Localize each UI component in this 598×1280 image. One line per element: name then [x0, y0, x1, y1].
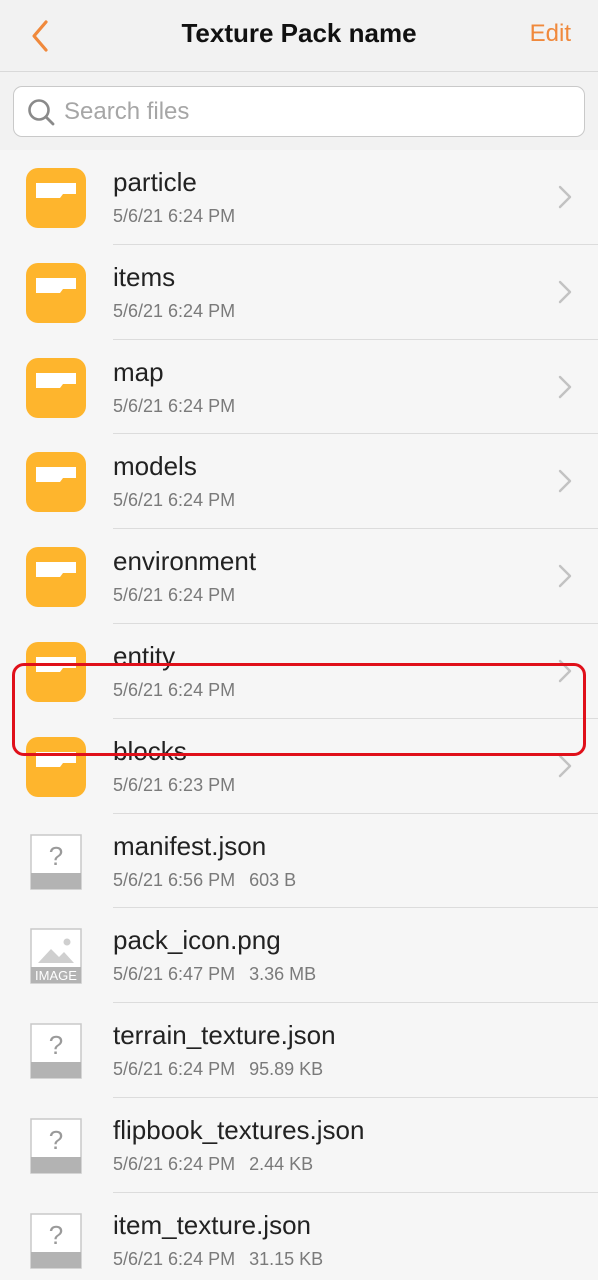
item-meta: 5/6/21 6:24 PM [113, 490, 235, 511]
chevron-right-icon [558, 753, 572, 779]
unknown-file-icon: ? [26, 1116, 86, 1176]
chevron-right-icon [558, 658, 572, 684]
image-file-icon: IMAGE [26, 926, 86, 986]
item-name: terrain_texture.json [113, 1020, 336, 1051]
item-name: entity [113, 640, 176, 671]
item-name: blocks [113, 735, 187, 766]
search-bar [0, 72, 598, 150]
item-name: item_texture.json [113, 1209, 311, 1240]
item-date: 5/6/21 6:24 PM [113, 490, 236, 511]
page-title: Texture Pack name [181, 18, 417, 48]
item-size: 31.15 KB [249, 1248, 324, 1269]
folder-row[interactable]: items 5/6/21 6:24 PM [0, 245, 598, 340]
item-size: 603 B [249, 869, 297, 890]
item-size: 3.36 MB [249, 964, 317, 985]
item-meta: 5/6/21 6:24 PM 2.44 KB [113, 1154, 313, 1175]
unknown-file-icon: ? [26, 1211, 86, 1271]
navigation-bar: Texture Pack name Edit [0, 0, 598, 72]
item-name: manifest.json [113, 830, 267, 861]
item-date: 5/6/21 6:24 PM [113, 1153, 236, 1174]
folder-row[interactable]: entity 5/6/21 6:24 PM [0, 624, 598, 719]
item-meta: 5/6/21 6:24 PM 95.89 KB [113, 1059, 323, 1080]
svg-text:?: ? [49, 1030, 63, 1060]
item-name: pack_icon.png [113, 925, 281, 956]
folder-icon [26, 262, 86, 323]
file-row[interactable]: ? item_texture.json 5/6/21 6:24 PM 31.15 KB [0, 1193, 598, 1280]
item-meta: 5/6/21 6:24 PM [113, 206, 235, 227]
folder-row[interactable]: particle 5/6/21 6:24 PM [0, 150, 598, 245]
item-name: environment [113, 546, 257, 577]
item-meta: 5/6/21 6:24 PM [113, 680, 235, 701]
chevron-right-icon [558, 374, 572, 400]
item-name: map [113, 356, 164, 387]
svg-text:?: ? [49, 1125, 63, 1155]
item-date: 5/6/21 6:24 PM [113, 206, 236, 226]
item-date: 5/6/21 6:23 PM [113, 774, 236, 795]
item-meta: 5/6/21 6:24 PM [113, 301, 235, 322]
item-name: models [113, 451, 197, 482]
file-row[interactable]: IMAGE pack_icon.png 5/6/21 6:47 PM 3.36 MB [0, 908, 598, 1004]
item-date: 5/6/21 6:47 PM [113, 964, 236, 985]
unknown-file-icon: ? [26, 1021, 86, 1081]
chevron-right-icon [558, 563, 572, 589]
chevron-left-icon [32, 20, 48, 52]
edit-button[interactable]: Edit [530, 20, 571, 48]
file-row[interactable]: ? terrain_texture.json 5/6/21 6:24 PM 95.89… [0, 1003, 598, 1098]
folder-row[interactable]: models 5/6/21 6:24 PM [0, 434, 598, 530]
item-meta: 5/6/21 6:47 PM 3.36 MB [113, 964, 316, 985]
item-date: 5/6/21 6:24 PM [113, 585, 236, 606]
folder-icon [26, 736, 86, 797]
item-date: 5/6/21 6:56 PM [113, 869, 236, 890]
folder-row[interactable]: blocks 5/6/21 6:23 PM [0, 719, 598, 814]
item-date: 5/6/21 6:24 PM [113, 1248, 236, 1269]
file-row[interactable]: ? flipbook_textures.json 5/6/21 6:24 PM 2.4… [0, 1098, 598, 1193]
item-date: 5/6/21 6:24 PM [113, 679, 236, 700]
item-date: 5/6/21 6:24 PM [113, 300, 236, 321]
search-input[interactable] [64, 97, 544, 126]
file-list: particle 5/6/21 6:24 PM items 5/6/21 6:24 P… [0, 150, 598, 1280]
file-row[interactable]: ? manifest.json 5/6/21 6:56 PM 603 B [0, 814, 598, 909]
chevron-right-icon [558, 279, 572, 305]
search-icon [28, 98, 55, 125]
item-date: 5/6/21 6:24 PM [113, 1059, 236, 1080]
svg-text:?: ? [49, 841, 63, 871]
folder-icon [26, 641, 86, 702]
folder-icon [26, 547, 86, 608]
chevron-right-icon [558, 184, 572, 210]
item-meta: 5/6/21 6:24 PM [113, 585, 235, 606]
item-meta: 5/6/21 6:24 PM [113, 396, 235, 417]
item-date: 5/6/21 6:24 PM [113, 395, 236, 416]
folder-icon [26, 168, 86, 228]
folder-row[interactable]: environment 5/6/21 6:24 PM [0, 529, 598, 624]
folder-row[interactable]: map 5/6/21 6:24 PM [0, 340, 598, 435]
folder-icon [26, 357, 86, 418]
item-name: particle [113, 167, 197, 197]
item-name: flipbook_textures.json [113, 1114, 365, 1145]
search-field[interactable] [13, 86, 585, 137]
back-button[interactable] [24, 16, 64, 56]
item-meta: 5/6/21 6:24 PM 31.15 KB [113, 1249, 323, 1270]
item-size: 95.89 KB [249, 1059, 324, 1080]
svg-text:?: ? [49, 1220, 63, 1250]
item-meta: 5/6/21 6:56 PM 603 B [113, 870, 296, 891]
unknown-file-icon: ? [26, 832, 86, 892]
item-meta: 5/6/21 6:23 PM [113, 775, 235, 796]
item-size: 2.44 KB [249, 1153, 314, 1174]
chevron-right-icon [558, 468, 572, 494]
svg-text:IMAGE: IMAGE [35, 968, 77, 983]
folder-icon [26, 452, 86, 513]
item-name: items [113, 261, 176, 292]
